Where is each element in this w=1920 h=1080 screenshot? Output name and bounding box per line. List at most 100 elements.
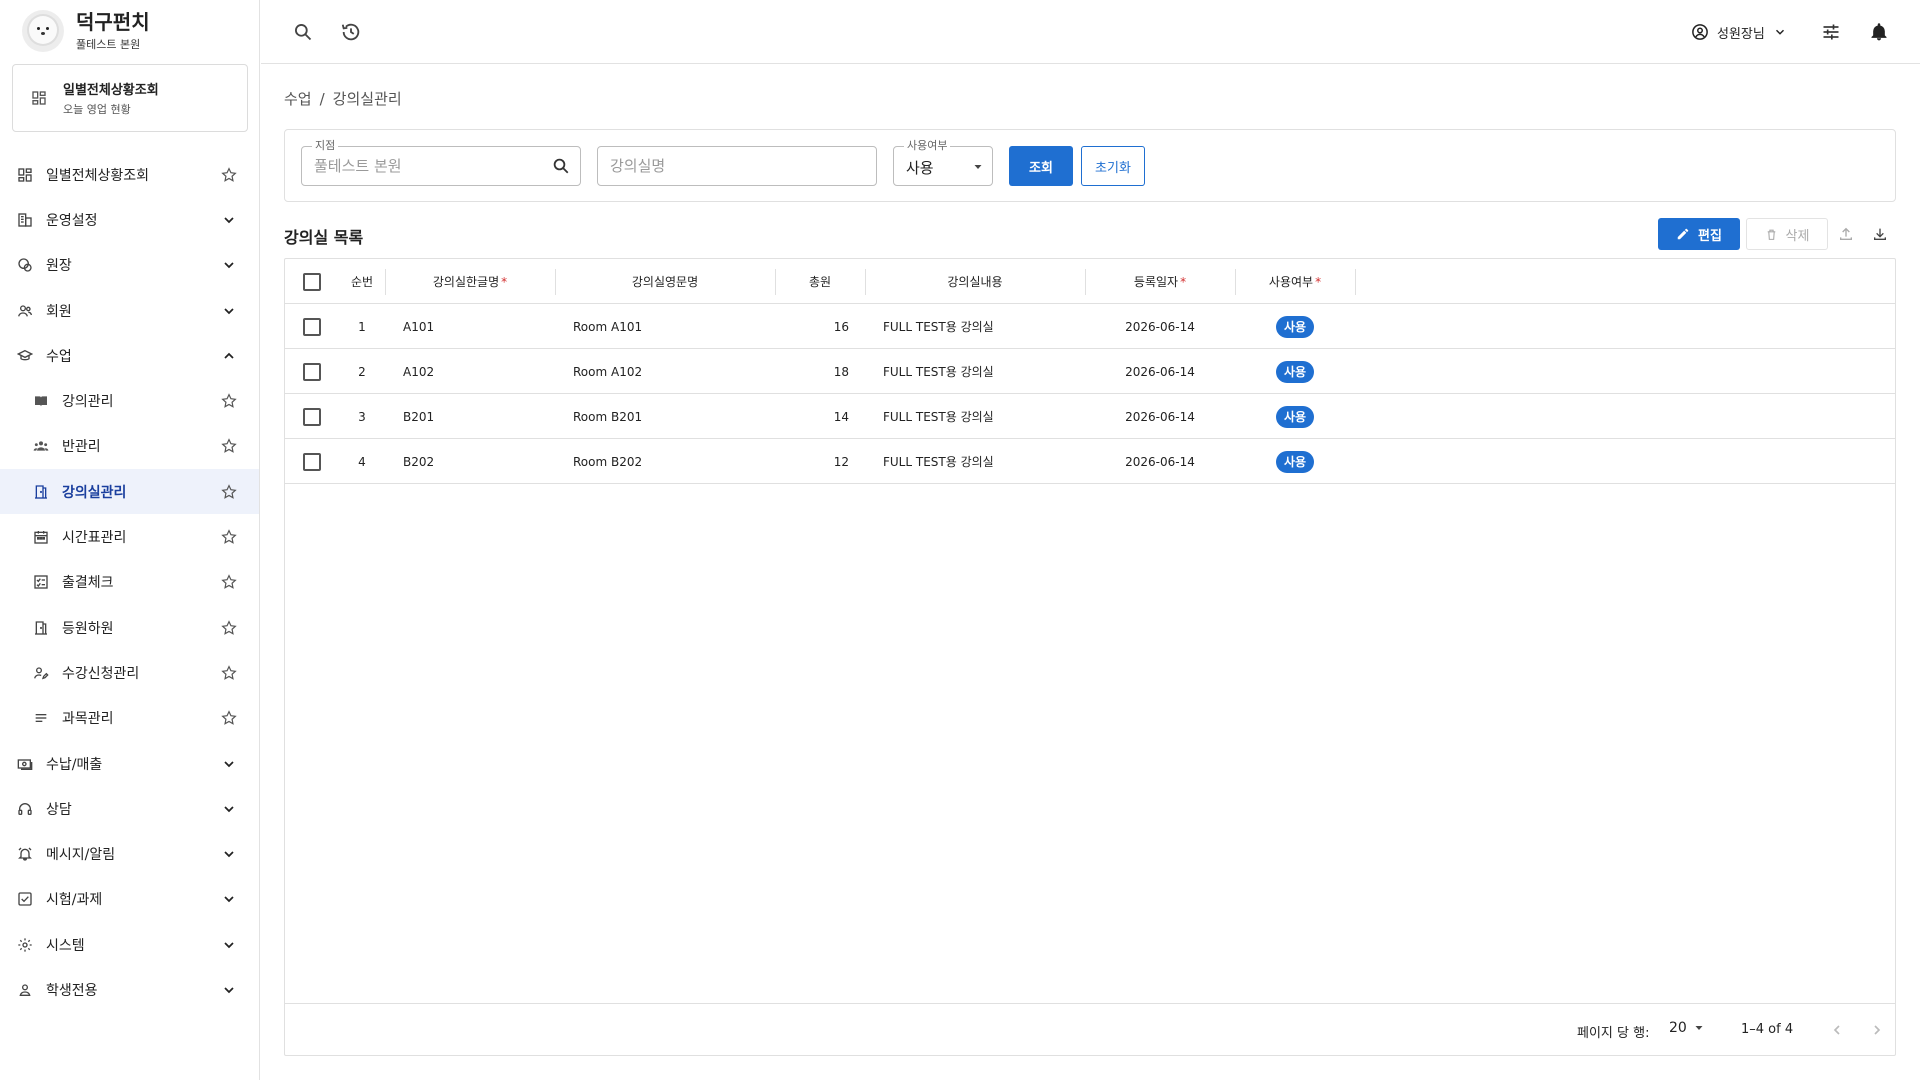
- sidebar-item-label: 수업: [46, 348, 72, 365]
- status-badge: 사용: [1275, 405, 1315, 428]
- row-checkbox[interactable]: [303, 407, 321, 426]
- table-row[interactable]: 2 A102 Room A102 18 FULL TEST용 강의실 2026-06-14…: [285, 349, 1895, 394]
- column-header[interactable]: 순번: [339, 259, 385, 304]
- star-icon[interactable]: [221, 166, 237, 183]
- daily-status-card[interactable]: 일별전체상황조회 오늘 영업 현황: [12, 64, 248, 132]
- column-separator[interactable]: [775, 269, 776, 295]
- required-mark: *: [501, 274, 508, 289]
- breadcrumb-parent[interactable]: 수업: [284, 88, 312, 109]
- sidebar-item-label: 등원하원: [62, 620, 114, 637]
- row-checkbox[interactable]: [303, 362, 321, 381]
- download-icon[interactable]: [1868, 222, 1892, 246]
- bell-icon[interactable]: [1867, 20, 1891, 44]
- status-badge: 사용: [1275, 360, 1315, 383]
- chevron-left-icon[interactable]: [1825, 1018, 1849, 1042]
- column-header-label: 사용여부: [1268, 275, 1314, 289]
- sidebar-item[interactable]: 수강신청관리: [0, 650, 259, 695]
- star-icon[interactable]: [221, 529, 237, 545]
- calendar-icon: [32, 528, 50, 546]
- sidebar-item[interactable]: 상담: [0, 786, 259, 831]
- column-header[interactable]: 강의실영문명: [555, 259, 775, 304]
- star-icon[interactable]: [221, 483, 237, 500]
- sidebar-item[interactable]: 수납/매출: [0, 741, 259, 786]
- column-header[interactable]: 사용여부 *: [1235, 259, 1355, 304]
- sidebar-item[interactable]: 과목관리: [0, 696, 259, 741]
- sidebar-item[interactable]: 출결체크: [0, 560, 259, 605]
- column-separator[interactable]: [865, 269, 866, 295]
- reset-button[interactable]: 초기화: [1081, 146, 1145, 186]
- star-icon[interactable]: [221, 438, 237, 454]
- sidebar-item-label: 시간표관리: [62, 530, 127, 547]
- brand[interactable]: 덕구펀치 풀테스트 본원: [22, 10, 150, 52]
- sidebar-item[interactable]: 일별전체상황조회: [0, 152, 259, 197]
- table-row[interactable]: 3 B201 Room B201 14 FULL TEST용 강의실 2026-06-14…: [285, 394, 1895, 439]
- breadcrumb-separator: /: [319, 90, 325, 108]
- sidebar-item[interactable]: 수업: [0, 333, 259, 378]
- chevron-right-icon[interactable]: [1865, 1018, 1889, 1042]
- select-all-checkbox[interactable]: [303, 272, 321, 291]
- upload-icon[interactable]: [1834, 222, 1858, 246]
- sidebar-item[interactable]: 시간표관리: [0, 514, 259, 559]
- sidebar-item[interactable]: 강의실관리: [0, 469, 259, 515]
- star-icon[interactable]: [221, 619, 237, 636]
- money-icon: [16, 755, 34, 773]
- sidebar-item-label: 시스템: [46, 937, 85, 954]
- brand-name: 덕구펀치: [76, 10, 150, 34]
- search-icon[interactable]: [552, 157, 570, 175]
- sidebar-item[interactable]: 반관리: [0, 424, 259, 469]
- cell-name-en: Room B202: [573, 454, 643, 469]
- cell-capacity: 18: [833, 364, 849, 379]
- search-icon[interactable]: [291, 20, 315, 44]
- star-icon[interactable]: [221, 574, 237, 590]
- search-button[interactable]: 조회: [1009, 146, 1073, 186]
- table-row[interactable]: 1 A101 Room A101 16 FULL TEST용 강의실 2026-06-14…: [285, 304, 1895, 349]
- history-icon[interactable]: [339, 20, 363, 44]
- sidebar-item[interactable]: 회원: [0, 288, 259, 333]
- sidebar-item-label: 강의실관리: [62, 484, 127, 501]
- sidebar-item[interactable]: 운영설정: [0, 197, 259, 242]
- sidebar-item[interactable]: 원장: [0, 243, 259, 288]
- branch-field[interactable]: 지점: [301, 139, 581, 186]
- sidebar-item[interactable]: 등원하원: [0, 605, 259, 650]
- gear-icon: [16, 936, 34, 954]
- users-icon: [16, 302, 34, 320]
- star-icon[interactable]: [221, 710, 237, 726]
- column-separator[interactable]: [1235, 269, 1236, 295]
- cell-name-ko: A101: [403, 319, 435, 334]
- user-menu[interactable]: 성원장님: [1691, 20, 1787, 44]
- column-header[interactable]: 총원: [775, 259, 865, 304]
- column-separator[interactable]: [555, 269, 556, 295]
- cell-no: 3: [358, 409, 366, 424]
- row-checkbox[interactable]: [303, 452, 321, 471]
- star-icon[interactable]: [221, 393, 237, 409]
- column-separator[interactable]: [1085, 269, 1086, 295]
- column-header[interactable]: 강의실한글명 *: [385, 259, 555, 304]
- sidebar-item-label: 수납/매출: [46, 756, 103, 773]
- sidebar-item[interactable]: 메시지/알림: [0, 831, 259, 876]
- tune-icon[interactable]: [1819, 20, 1843, 44]
- column-separator[interactable]: [385, 269, 386, 295]
- cell-date: 2026-06-14: [1125, 364, 1195, 379]
- sidebar-item[interactable]: 학생전용: [0, 967, 259, 1012]
- column-separator[interactable]: [1355, 269, 1356, 295]
- edit-button[interactable]: 편집: [1658, 218, 1740, 250]
- row-checkbox[interactable]: [303, 317, 321, 336]
- column-header[interactable]: 강의실내용: [865, 259, 1085, 304]
- branch-input[interactable]: [314, 147, 542, 185]
- dashboard-icon: [31, 90, 47, 106]
- column-header[interactable]: 등록일자 *: [1085, 259, 1235, 304]
- star-icon[interactable]: [221, 665, 237, 681]
- sidebar-item[interactable]: 시스템: [0, 922, 259, 967]
- sidebar-item[interactable]: 시험/과제: [0, 877, 259, 922]
- sidebar-item-label: 수강신청관리: [62, 665, 140, 682]
- room-name-field[interactable]: [597, 146, 877, 186]
- table-row[interactable]: 4 B202 Room B202 12 FULL TEST용 강의실 2026-06-14…: [285, 439, 1895, 484]
- sidebar-item[interactable]: 강의관리: [0, 378, 259, 423]
- room-name-input[interactable]: [610, 147, 838, 185]
- palette-icon: [16, 256, 34, 274]
- pencil-icon: [1676, 227, 1690, 241]
- rows-per-page-select[interactable]: 20: [1669, 1020, 1705, 1036]
- usage-select[interactable]: 사용여부 사용: [893, 139, 993, 186]
- sidebar-item-label: 학생전용: [46, 982, 98, 999]
- delete-button[interactable]: 삭제: [1746, 218, 1828, 250]
